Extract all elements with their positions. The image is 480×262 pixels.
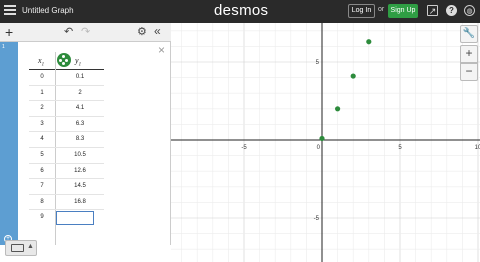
- y-cell[interactable]: 6.3: [56, 121, 104, 127]
- add-expression-button[interactable]: +: [5, 24, 13, 40]
- keypad-toggle-button[interactable]: ▲: [5, 240, 37, 256]
- table-row: 9: [29, 210, 104, 226]
- data-point: [366, 39, 372, 45]
- menu-icon[interactable]: [4, 5, 16, 17]
- gear-icon[interactable]: ⚙: [137, 25, 147, 38]
- graph-title[interactable]: Untitled Graph: [22, 6, 74, 15]
- wrench-icon[interactable]: 🔧: [460, 25, 478, 43]
- caret-up-icon: ▲: [27, 243, 34, 250]
- table-row: 0 0.1: [29, 70, 104, 86]
- x-cell[interactable]: 5: [29, 152, 55, 158]
- x-cell[interactable]: 7: [29, 183, 55, 189]
- expression-gutter[interactable]: 1 +: [0, 42, 18, 245]
- login-button[interactable]: Log In: [348, 4, 375, 18]
- expression-toolbar: + ↶ ↷ ⚙ «: [0, 23, 171, 42]
- help-icon[interactable]: ?: [446, 5, 457, 16]
- graph-background: [171, 23, 480, 262]
- y-cell[interactable]: 2: [56, 90, 104, 96]
- x-cell[interactable]: 9: [29, 214, 55, 220]
- share-icon[interactable]: ↗: [427, 5, 438, 16]
- point-style-icon[interactable]: [57, 53, 71, 67]
- y-cell[interactable]: 16.8: [56, 199, 104, 205]
- expression-index: 1: [2, 44, 5, 50]
- x-cell[interactable]: 4: [29, 136, 55, 142]
- y-cell[interactable]: 4.1: [56, 105, 104, 111]
- table-row: 7 14.5: [29, 179, 104, 195]
- zoom-out-button[interactable]: −: [460, 63, 478, 81]
- table-row: 2 4.1: [29, 101, 104, 117]
- x-tick-label: -5: [241, 145, 247, 151]
- table-row: 4 8.3: [29, 132, 104, 148]
- x-column-header[interactable]: x1: [38, 56, 44, 68]
- desmos-logo: desmos: [214, 2, 269, 19]
- x-cell[interactable]: 1: [29, 90, 55, 96]
- y-column-label: y1: [75, 56, 82, 68]
- x-cell[interactable]: 2: [29, 105, 55, 111]
- graph-canvas[interactable]: -10-505105-5: [171, 23, 480, 262]
- y-cell[interactable]: 14.5: [56, 183, 104, 189]
- y-column-header[interactable]: y1: [56, 52, 104, 70]
- y-cell[interactable]: 0.1: [56, 74, 104, 80]
- keyboard-icon: [11, 244, 24, 252]
- or-text: or: [378, 6, 385, 13]
- signup-button[interactable]: Sign Up: [388, 4, 418, 18]
- redo-icon[interactable]: ↷: [81, 25, 90, 38]
- x-tick-label: 10: [475, 145, 480, 151]
- y-cell[interactable]: 10.5: [56, 152, 104, 158]
- x-cell[interactable]: 6: [29, 168, 55, 174]
- table-row: 6 12.6: [29, 164, 104, 180]
- zoom-in-button[interactable]: +: [460, 45, 478, 63]
- y-cell[interactable]: 8.3: [56, 136, 104, 142]
- data-point: [335, 106, 341, 112]
- close-icon[interactable]: ×: [158, 44, 165, 56]
- globe-icon[interactable]: ◍: [464, 5, 475, 16]
- y-cell[interactable]: 12.6: [56, 168, 104, 174]
- y-tick-label: -5: [314, 216, 320, 222]
- x-cell[interactable]: 8: [29, 199, 55, 205]
- expression-list: 1 + × x1 y1 0 0.1 12 2 4.1 3 6.3 4 8.3 5 10.5…: [0, 42, 171, 248]
- table-row: 8 16.8: [29, 195, 104, 211]
- collapse-icon[interactable]: «: [154, 24, 161, 38]
- table-header: x1 y1: [29, 52, 104, 70]
- x-cell[interactable]: 0: [29, 74, 55, 80]
- graph-paper[interactable]: -10-505105-5: [171, 23, 480, 262]
- data-point: [319, 135, 325, 142]
- x-cell[interactable]: 3: [29, 121, 55, 127]
- y-cell-input[interactable]: [56, 211, 94, 226]
- top-bar: Untitled Graph desmos Log In or Sign Up …: [0, 0, 480, 23]
- undo-icon[interactable]: ↶: [64, 25, 73, 38]
- data-point: [350, 73, 356, 79]
- table-row: 3 6.3: [29, 117, 104, 133]
- table-row: 12: [29, 86, 104, 102]
- table-row: 5 10.5: [29, 148, 104, 164]
